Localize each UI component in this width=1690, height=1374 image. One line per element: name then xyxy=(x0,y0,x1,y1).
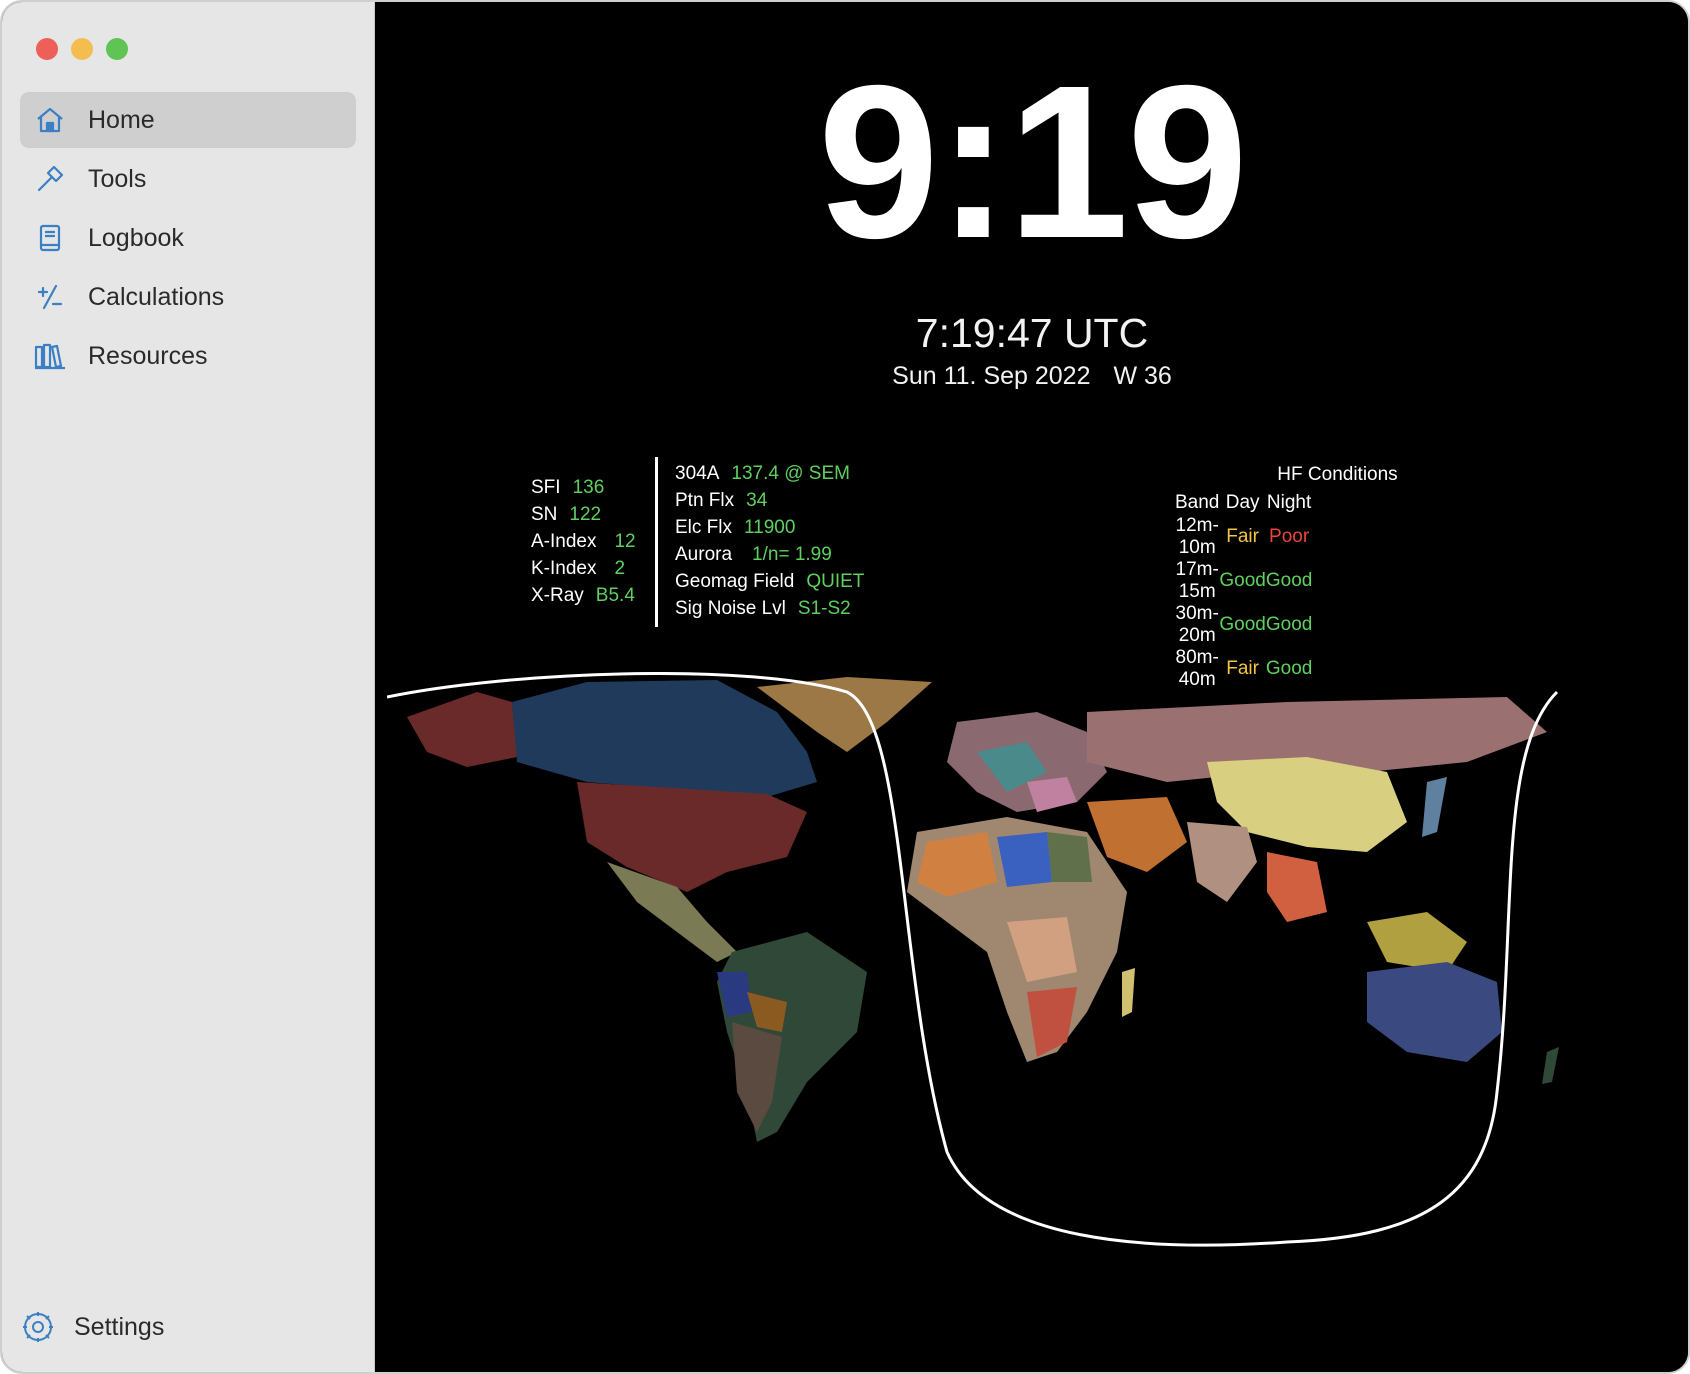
date-text: Sun 11. Sep 2022 xyxy=(892,362,1091,390)
minimize-window-button[interactable] xyxy=(71,38,93,60)
flux-value: 137.4 @ SEM xyxy=(731,462,850,484)
solar-value: 136 xyxy=(572,476,605,498)
flux-row: Aurora 1/n= 1.99 xyxy=(675,541,864,568)
solar-value: 2 xyxy=(614,557,626,579)
app-window: Home Tools Logbook Calculations Resource… xyxy=(0,0,1690,1374)
local-clock: 9:19 xyxy=(817,41,1248,284)
country-shape xyxy=(1122,968,1135,1017)
country-shape xyxy=(717,972,752,1017)
sidebar-item-label: Calculations xyxy=(88,282,225,311)
flux-label: Ptn Flx xyxy=(675,489,735,511)
solar-value: 122 xyxy=(569,503,602,525)
hf-night: Good xyxy=(1265,614,1313,635)
hf-day: Fair xyxy=(1226,526,1259,547)
stats-divider xyxy=(655,457,658,627)
sidebar-item-label: Home xyxy=(88,105,155,134)
week-number: W 36 xyxy=(1113,362,1172,390)
flux-value: 34 xyxy=(746,489,768,511)
country-shape xyxy=(1367,962,1502,1062)
continents xyxy=(407,677,1559,1142)
hf-band: 12m-10m xyxy=(1175,515,1219,558)
sidebar-nav: Home Tools Logbook Calculations Resource… xyxy=(20,92,356,387)
flux-value: QUIET xyxy=(806,570,865,592)
sidebar-item-calculations[interactable]: Calculations xyxy=(20,269,356,325)
sidebar-item-home[interactable]: Home xyxy=(20,92,356,148)
country-shape xyxy=(1187,822,1257,902)
date-line: Sun 11. Sep 2022 W 36 xyxy=(375,362,1688,391)
hf-row: 12m-10m Fair Poor xyxy=(1175,515,1312,559)
hf-row: 30m-20m Good Good xyxy=(1175,603,1313,647)
flux-label: 304A xyxy=(675,462,720,484)
solar-row: X-Ray B5.4 xyxy=(531,582,636,609)
hf-header: Day xyxy=(1225,491,1260,513)
zoom-window-button[interactable] xyxy=(106,38,128,60)
flux-label: Sig Noise Lvl xyxy=(675,597,786,619)
country-shape xyxy=(1267,852,1327,922)
solar-row: A-Index 12 xyxy=(531,528,636,555)
sidebar-item-label: Resources xyxy=(88,341,208,370)
solar-label: SN xyxy=(531,503,558,525)
solar-label: X-Ray xyxy=(531,584,584,606)
hf-header: Night xyxy=(1266,491,1312,513)
solar-label: K-Index xyxy=(531,557,597,579)
settings-label: Settings xyxy=(74,1312,165,1341)
hf-band: 30m-20m xyxy=(1175,603,1219,646)
hf-row: 17m-15m Good Good xyxy=(1175,559,1313,603)
flux-row: Elc Flx 11900 xyxy=(675,514,864,541)
country-shape xyxy=(407,692,517,767)
utc-time: 7:19:47 UTC xyxy=(915,310,1149,356)
sidebar-item-resources[interactable]: Resources xyxy=(20,328,356,384)
window-controls xyxy=(36,38,128,60)
gear-icon xyxy=(20,1309,56,1345)
books-icon xyxy=(32,338,68,374)
flux-indices: 304A 137.4 @ SEM Ptn Flx 34 Elc Flx 11900 A… xyxy=(675,460,864,622)
house-icon xyxy=(32,102,68,138)
hf-night: Good xyxy=(1265,570,1313,591)
country-shape xyxy=(1047,832,1092,882)
sidebar-item-label: Logbook xyxy=(88,223,184,252)
country-shape xyxy=(1542,1047,1559,1084)
solar-indices: SFI 136 SN 122 A-Index 12 K-Index 2 X-Ray B5.… xyxy=(531,474,636,609)
flux-label: Elc Flx xyxy=(675,516,732,538)
hammer-icon xyxy=(32,161,68,197)
flux-row: Geomag Field QUIET xyxy=(675,568,864,595)
flux-value: 1/n= 1.99 xyxy=(752,543,832,565)
home-dashboard: 9:19 7:19:47 UTC Sun 11. Sep 2022 W 36 S… xyxy=(375,2,1688,1372)
sidebar-item-logbook[interactable]: Logbook xyxy=(20,210,356,266)
flux-label: Aurora xyxy=(675,543,733,565)
country-shape xyxy=(1422,777,1447,837)
sidebar-item-tools[interactable]: Tools xyxy=(20,151,356,207)
flux-row: 304A 137.4 @ SEM xyxy=(675,460,864,487)
solar-row: K-Index 2 xyxy=(531,555,636,582)
hf-night: Poor xyxy=(1269,526,1310,547)
solar-label: A-Index xyxy=(531,530,597,552)
book-icon xyxy=(32,220,68,256)
hf-day: Good xyxy=(1219,570,1266,591)
sidebar: Home Tools Logbook Calculations Resource… xyxy=(2,2,375,1372)
sidebar-item-label: Tools xyxy=(88,164,147,193)
close-window-button[interactable] xyxy=(36,38,58,60)
flux-row: Ptn Flx 34 xyxy=(675,487,864,514)
world-map xyxy=(387,672,1559,1247)
hf-header-row: Band Day Night xyxy=(1175,490,1312,515)
solar-value: 12 xyxy=(614,530,636,552)
solar-row: SFI 136 xyxy=(531,474,636,501)
hf-day: Good xyxy=(1219,614,1266,635)
hf-header: Band xyxy=(1175,491,1220,513)
flux-label: Geomag Field xyxy=(675,570,795,592)
solar-row: SN 122 xyxy=(531,501,636,528)
hf-table: Band Day Night 12m-10m Fair Poor 17m-15m… xyxy=(1175,490,1312,691)
hf-band: 17m-15m xyxy=(1175,559,1219,602)
country-shape xyxy=(1367,912,1467,972)
country-shape xyxy=(577,782,807,892)
sidebar-item-settings[interactable]: Settings xyxy=(20,1302,164,1352)
hf-title: HF Conditions xyxy=(1277,464,1398,485)
flux-row: Sig Noise Lvl S1-S2 xyxy=(675,595,864,622)
plus-minus-icon xyxy=(32,279,68,315)
solar-value: B5.4 xyxy=(595,584,635,606)
flux-value: S1-S2 xyxy=(797,597,851,619)
solar-label: SFI xyxy=(531,476,561,498)
flux-value: 11900 xyxy=(744,516,796,538)
